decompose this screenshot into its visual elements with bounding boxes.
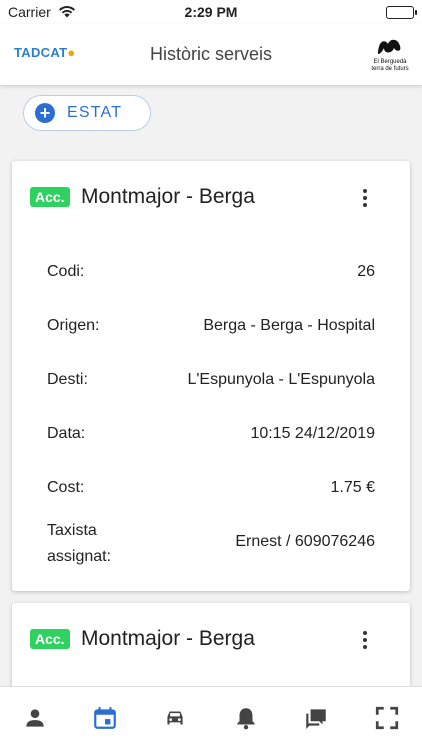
tab-services[interactable]	[162, 705, 188, 731]
page-title: Històric serveis	[149, 44, 273, 64]
service-card[interactable]: Acc. Montmajor - Berga Codi: 26 Origen: …	[12, 161, 410, 591]
detail-label-line1: Taxista	[47, 522, 97, 539]
detail-value: 26	[357, 263, 375, 280]
tab-notifications[interactable]	[233, 705, 259, 731]
clock: 2:29 PM	[184, 4, 238, 20]
detail-label: Data:	[47, 425, 86, 442]
status-badge: Acc.	[30, 187, 70, 207]
tab-fullscreen[interactable]	[374, 705, 400, 731]
detail-row-driver: Taxista assignat: Ernest / 609076246	[47, 518, 375, 570]
detail-label: Taxista assignat:	[47, 518, 111, 570]
bottom-tab-bar	[0, 686, 422, 750]
service-route-title: Montmajor - Berga	[81, 627, 255, 650]
car-icon	[167, 711, 183, 725]
tab-history[interactable]	[92, 705, 118, 731]
status-filter-button[interactable]: + ESTAT	[23, 95, 151, 131]
status-badge: Acc.	[30, 629, 70, 649]
status-bar: Carrier 2:29 PM	[0, 0, 422, 24]
more-options-icon[interactable]	[362, 189, 368, 209]
detail-value: L'Espunyola - L'Espunyola	[187, 371, 375, 388]
tab-messages[interactable]	[303, 705, 329, 731]
more-options-icon[interactable]	[362, 631, 368, 651]
tab-profile[interactable]	[22, 705, 48, 731]
bergueda-logo-line2: terra de futurs	[371, 66, 409, 72]
service-route-title: Montmajor - Berga	[81, 185, 255, 208]
calendar-icon	[94, 707, 116, 729]
messages-icon	[306, 709, 326, 729]
detail-label-line2: assignat:	[47, 548, 112, 565]
detail-label: Desti:	[47, 371, 88, 388]
status-filter-label: ESTAT	[67, 104, 123, 121]
bergueda-logo-mark	[378, 39, 401, 54]
detail-value: Berga - Berga - Hospital	[203, 317, 375, 334]
battery-icon	[386, 6, 417, 19]
bell-icon	[237, 708, 255, 730]
person-icon	[26, 709, 44, 727]
detail-value: 10:15 24/12/2019	[250, 425, 375, 442]
fullscreen-icon	[375, 706, 399, 730]
app-header: TADCAT● Històric serveis El Berguedà ter…	[0, 24, 422, 86]
detail-label: Cost:	[47, 479, 85, 496]
detail-value: Ernest / 609076246	[235, 533, 375, 550]
detail-label: Codi:	[47, 263, 85, 280]
bergueda-logo-line1: El Berguedà	[373, 59, 407, 65]
add-icon: +	[35, 103, 55, 123]
bergueda-logo: El Berguedà terra de futurs	[370, 36, 410, 73]
detail-label: Origen:	[47, 317, 100, 334]
detail-value: 1.75 €	[330, 479, 375, 496]
